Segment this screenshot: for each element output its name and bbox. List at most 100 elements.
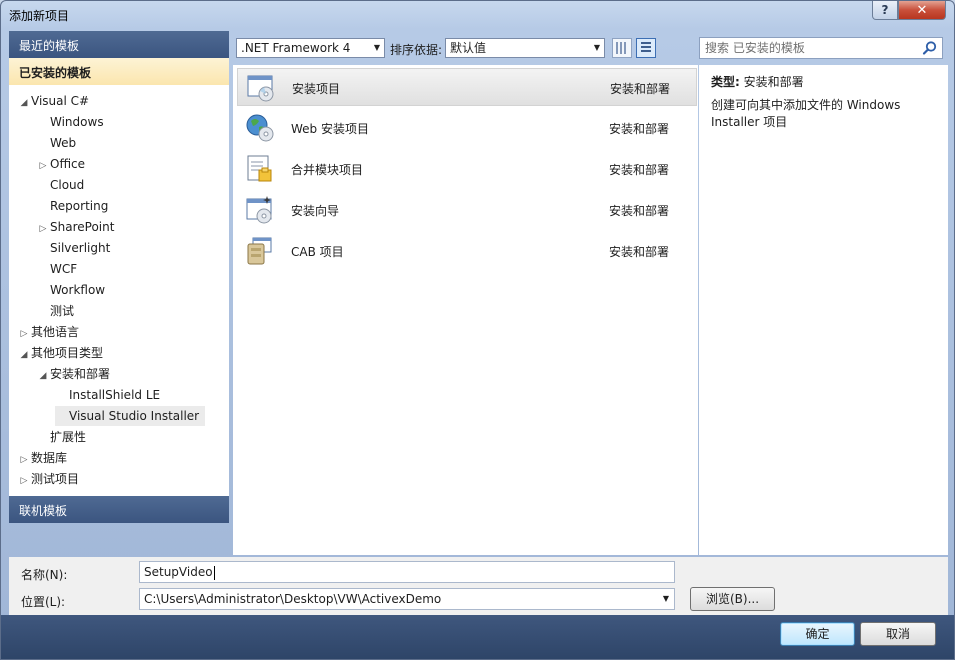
tree-item-label: 其他项目类型: [31, 346, 104, 360]
tree-item[interactable]: Reporting: [36, 196, 108, 216]
setup-project-icon: [247, 75, 274, 102]
expand-arrow-icon[interactable]: ▷: [17, 324, 31, 344]
location-field[interactable]: C:\Users\Administrator\Desktop\VW\Active…: [139, 588, 675, 610]
browse-button[interactable]: 浏览(B)...: [690, 587, 775, 611]
template-item[interactable]: CAB 项目 安装和部署: [237, 232, 697, 270]
window-title: 添加新项目: [9, 9, 70, 23]
template-name: Web 安装项目: [291, 122, 369, 136]
small-icons-view-button[interactable]: [612, 38, 632, 58]
dialog-footer: 确定 取消: [1, 615, 954, 659]
tree-item-label: 测试: [50, 304, 75, 318]
template-category: 安装和部署: [609, 163, 670, 177]
tree-item-label: 测试项目: [31, 472, 80, 486]
tree-item[interactable]: WCF: [36, 259, 77, 279]
chevron-down-icon: ▼: [593, 43, 600, 52]
tree-item-label: 数据库: [31, 451, 68, 465]
template-item[interactable]: 安装项目 安装和部署: [237, 68, 697, 106]
add-new-item-dialog: 添加新项目 ? ✕ 最近的模板 已安装的模板 ◢ Visual C# Windows…: [0, 0, 955, 660]
expand-arrow-icon[interactable]: ▷: [17, 471, 31, 491]
framework-dropdown[interactable]: .NET Framework 4 ▼: [236, 38, 385, 58]
collapse-arrow-icon[interactable]: ◢: [17, 345, 31, 365]
close-button[interactable]: ✕: [898, 1, 946, 20]
tree-item-label: InstallShield LE: [69, 388, 161, 402]
tree-item[interactable]: 测试: [36, 301, 74, 321]
template-item[interactable]: 安装向导 安装和部署: [237, 191, 697, 229]
recent-templates-header[interactable]: 最近的模板: [9, 31, 229, 58]
tree-item-label: 扩展性: [50, 430, 87, 444]
template-description: 创建可向其中添加文件的 Windows Installer 项目: [711, 98, 901, 129]
text-caret: [213, 565, 215, 580]
type-value: 安装和部署: [743, 75, 804, 89]
tree-item[interactable]: ▷ 测试项目: [17, 469, 79, 489]
tree-item-label: Cloud: [50, 178, 85, 192]
tree-item[interactable]: Cloud: [36, 175, 84, 195]
ok-button[interactable]: 确定: [780, 622, 855, 646]
tree-item[interactable]: ▷ 其他语言: [17, 322, 79, 342]
tree-item-label: SharePoint: [50, 220, 115, 234]
search-placeholder: 搜索 已安装的模板: [705, 41, 805, 55]
cancel-button[interactable]: 取消: [860, 622, 936, 646]
help-button[interactable]: ?: [872, 1, 898, 20]
template-category: 安装和部署: [609, 122, 670, 136]
sort-dropdown[interactable]: 默认值 ▼: [445, 38, 605, 58]
tree-item[interactable]: InstallShield LE: [55, 385, 160, 405]
setup-wizard-icon: [246, 196, 272, 224]
search-icon: [922, 41, 937, 55]
tree-item[interactable]: ▷ SharePoint: [36, 217, 115, 239]
tree-item[interactable]: Web: [36, 133, 76, 153]
online-templates-header[interactable]: 联机模板: [9, 496, 229, 523]
tree-item[interactable]: ▷ Office: [36, 154, 86, 176]
list-view-button[interactable]: [636, 38, 656, 58]
type-row: 类型: 安装和部署: [711, 73, 804, 90]
expand-arrow-icon[interactable]: ▷: [36, 156, 50, 176]
tree-item[interactable]: Workflow: [36, 280, 105, 300]
tree-item-label: 安装和部署: [50, 367, 111, 381]
tree-item[interactable]: ◢ 其他项目类型: [17, 343, 103, 363]
web-setup-project-icon: [246, 114, 274, 142]
template-name: 安装向导: [291, 204, 340, 218]
tree-item-label: Windows: [50, 115, 104, 129]
template-item[interactable]: Web 安装项目 安装和部署: [237, 109, 697, 147]
collapse-arrow-icon[interactable]: ◢: [36, 366, 50, 386]
tree-item-label: 其他语言: [31, 325, 80, 339]
tree-item-label: Web: [50, 136, 77, 150]
collapse-arrow-icon[interactable]: ◢: [17, 93, 31, 113]
template-item[interactable]: 合并模块项目 安装和部署: [237, 150, 697, 188]
expand-arrow-icon[interactable]: ▷: [36, 219, 50, 239]
tree-item[interactable]: Windows: [36, 112, 104, 132]
chevron-down-icon: ▼: [373, 43, 380, 52]
tree-item[interactable]: ◢ 安装和部署: [36, 364, 110, 384]
tree-item-label: Silverlight: [50, 241, 111, 255]
sort-label: 排序依据:: [390, 43, 443, 57]
chevron-down-icon: ▼: [662, 594, 669, 603]
template-name: 安装项目: [292, 82, 341, 96]
location-value: C:\Users\Administrator\Desktop\VW\Active…: [144, 592, 442, 606]
name-value: SetupVideo: [144, 565, 213, 579]
framework-value: .NET Framework 4: [241, 41, 351, 55]
tree-item-label: Office: [50, 157, 86, 171]
location-label: 位置(L):: [21, 595, 66, 609]
sort-value: 默认值: [450, 41, 487, 55]
installed-templates-header[interactable]: 已安装的模板: [9, 58, 229, 85]
search-input[interactable]: 搜索 已安装的模板: [699, 37, 943, 59]
small-icons-view-icon: [616, 42, 628, 54]
name-label: 名称(N):: [21, 568, 68, 582]
tree-item[interactable]: 扩展性: [36, 427, 86, 447]
cab-project-icon: [247, 237, 272, 265]
tree-item[interactable]: Silverlight: [36, 238, 110, 258]
tree-item[interactable]: ▷ 数据库: [17, 448, 67, 468]
template-name: 合并模块项目: [291, 163, 364, 177]
name-field[interactable]: SetupVideo: [139, 561, 675, 583]
tree-item-label: Workflow: [50, 283, 106, 297]
tree-item-label: Reporting: [50, 199, 109, 213]
tree-item[interactable]: Visual Studio Installer: [55, 406, 206, 426]
expand-arrow-icon[interactable]: ▷: [17, 450, 31, 470]
list-view-icon: [641, 42, 651, 54]
template-list: 安装项目 安装和部署 Web 安装项目 安装和部署 合并模块项目 安装和部署 安…: [233, 65, 698, 555]
tree-item[interactable]: ◢ Visual C#: [17, 91, 90, 113]
type-label: 类型:: [711, 75, 740, 89]
merge-module-icon: [247, 155, 272, 182]
tree-item-label: Visual C#: [31, 94, 90, 108]
tree-item-label: Visual Studio Installer: [69, 409, 200, 423]
tree-item-label: WCF: [50, 262, 78, 276]
